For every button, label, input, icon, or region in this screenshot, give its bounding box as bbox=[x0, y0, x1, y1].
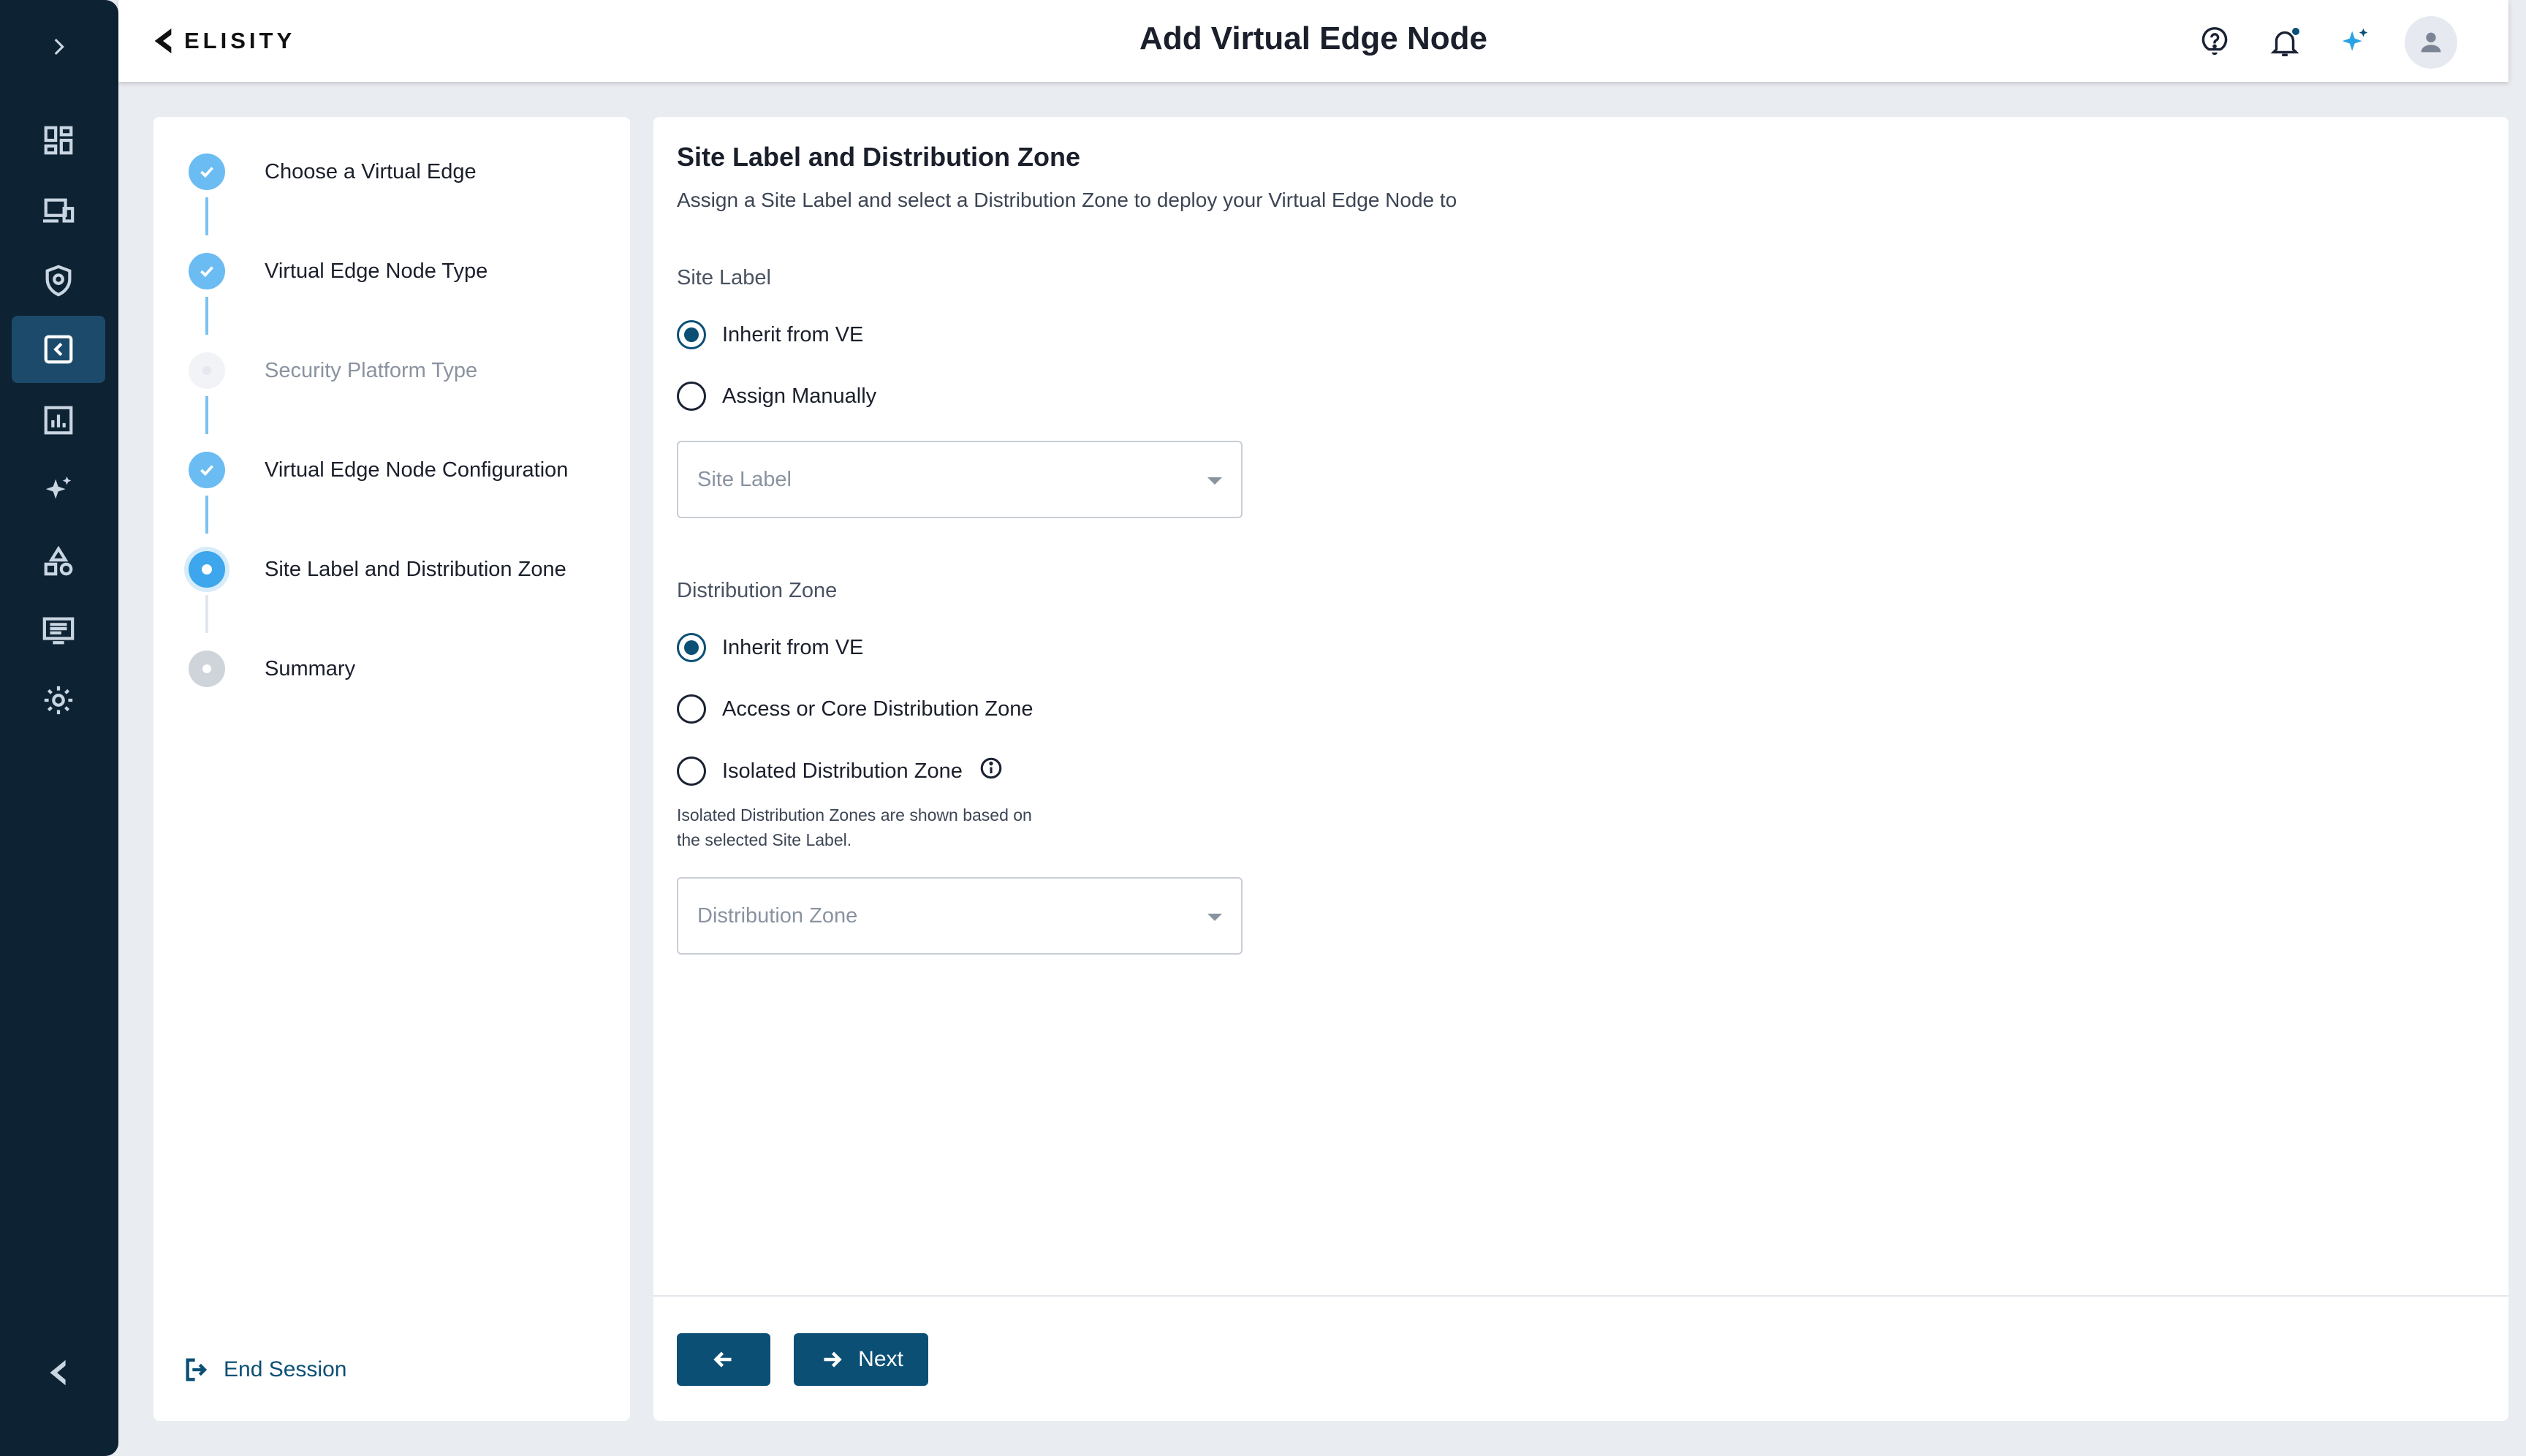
step-dot bbox=[189, 352, 225, 389]
radio-label: Inherit from VE bbox=[722, 635, 864, 659]
radio-button[interactable] bbox=[677, 694, 706, 724]
site-label-select[interactable]: Site Label bbox=[677, 441, 1243, 518]
virtual-edge-icon[interactable] bbox=[12, 316, 105, 383]
shield-icon[interactable] bbox=[12, 247, 105, 314]
step-label: Virtual Edge Node Configuration bbox=[265, 458, 569, 482]
isolated-zone-hint: Isolated Distribution Zones are shown ba… bbox=[677, 805, 1032, 849]
arrow-left-icon bbox=[713, 1351, 732, 1368]
back-button[interactable] bbox=[677, 1333, 770, 1386]
radio-button[interactable] bbox=[677, 382, 706, 411]
step-label: Site Label and Distribution Zone bbox=[265, 557, 566, 581]
wizard-stepper: Choose a Virtual Edge Virtual Edge Node … bbox=[153, 117, 630, 1421]
step-dot bbox=[189, 651, 225, 687]
step-connector bbox=[205, 496, 208, 534]
end-session-button[interactable]: End Session bbox=[183, 1355, 346, 1384]
step-choose-virtual-edge[interactable]: Choose a Virtual Edge bbox=[189, 153, 477, 190]
top-bar: ELISITY Add Virtual Edge Node bbox=[118, 0, 2508, 82]
check-icon bbox=[189, 253, 225, 289]
radio-button[interactable] bbox=[677, 320, 706, 349]
step-connector bbox=[205, 197, 208, 235]
dashboard-icon[interactable] bbox=[12, 107, 105, 174]
section-title: Site Label and Distribution Zone bbox=[677, 142, 1081, 172]
notification-dot bbox=[2291, 26, 2301, 37]
section-subtitle: Assign a Site Label and select a Distrib… bbox=[677, 189, 1457, 211]
step-label: Virtual Edge Node Type bbox=[265, 259, 488, 283]
user-avatar-icon[interactable] bbox=[2405, 16, 2457, 69]
step-label: Security Platform Type bbox=[265, 358, 478, 382]
next-button[interactable]: Next bbox=[794, 1333, 928, 1386]
step-connector bbox=[205, 396, 208, 434]
distribution-zone-select[interactable]: Distribution Zone bbox=[677, 877, 1243, 955]
arrow-right-icon bbox=[824, 1351, 842, 1368]
radio-label: Inherit from VE bbox=[722, 322, 864, 346]
ai-sparkle-icon[interactable] bbox=[12, 457, 105, 524]
devices-icon[interactable] bbox=[12, 178, 105, 245]
radio-zone-inherit[interactable]: Inherit from VE bbox=[677, 633, 863, 662]
step-label: Summary bbox=[265, 656, 356, 680]
side-nav bbox=[0, 0, 118, 1456]
radio-button[interactable] bbox=[677, 757, 706, 786]
analytics-icon[interactable] bbox=[12, 387, 105, 454]
select-placeholder: Distribution Zone bbox=[697, 903, 858, 928]
sparkle-icon[interactable] bbox=[2335, 22, 2375, 63]
caret-down-icon bbox=[1207, 914, 1222, 921]
logout-icon bbox=[186, 1358, 208, 1381]
step-summary[interactable]: Summary bbox=[189, 651, 355, 687]
expand-icon[interactable] bbox=[12, 13, 105, 80]
footer-divider bbox=[653, 1295, 2508, 1297]
radio-label: Access or Core Distribution Zone bbox=[722, 697, 1033, 721]
step-connector bbox=[205, 595, 208, 633]
step-security-platform-type: Security Platform Type bbox=[189, 352, 477, 389]
step-dot-current bbox=[189, 551, 225, 588]
header-actions bbox=[2194, 16, 2457, 69]
shapes-icon[interactable] bbox=[12, 528, 105, 595]
help-icon[interactable] bbox=[2194, 22, 2235, 63]
info-icon[interactable] bbox=[979, 756, 1004, 786]
settings-icon[interactable] bbox=[12, 667, 105, 734]
step-virtual-edge-node-configuration[interactable]: Virtual Edge Node Configuration bbox=[189, 452, 568, 488]
select-placeholder: Site Label bbox=[697, 467, 792, 491]
step-site-label-distribution-zone[interactable]: Site Label and Distribution Zone bbox=[189, 551, 566, 588]
page-title: Add Virtual Edge Node bbox=[1139, 20, 1487, 56]
caret-down-icon bbox=[1207, 477, 1222, 485]
step-connector bbox=[205, 297, 208, 335]
form-panel: Site Label and Distribution Zone Assign … bbox=[653, 117, 2508, 1421]
radio-button[interactable] bbox=[677, 633, 706, 662]
radio-site-inherit[interactable]: Inherit from VE bbox=[677, 320, 863, 349]
site-label-heading: Site Label bbox=[677, 266, 771, 289]
distribution-zone-heading: Distribution Zone bbox=[677, 579, 838, 602]
radio-label: Isolated Distribution Zone bbox=[722, 759, 963, 783]
end-session-label: End Session bbox=[224, 1357, 347, 1381]
step-virtual-edge-node-type[interactable]: Virtual Edge Node Type bbox=[189, 253, 488, 289]
radio-site-assign-manually[interactable]: Assign Manually bbox=[677, 382, 876, 411]
radio-zone-access-core[interactable]: Access or Core Distribution Zone bbox=[677, 694, 1033, 724]
check-icon bbox=[189, 452, 225, 488]
radio-zone-isolated[interactable]: Isolated Distribution Zone bbox=[677, 756, 1004, 786]
next-label: Next bbox=[858, 1347, 903, 1371]
step-label: Choose a Virtual Edge bbox=[265, 159, 477, 183]
logs-icon[interactable] bbox=[12, 596, 105, 664]
check-icon bbox=[189, 153, 225, 190]
bell-icon[interactable] bbox=[2264, 22, 2305, 63]
elisity-logo-icon bbox=[12, 1339, 105, 1406]
radio-label: Assign Manually bbox=[722, 384, 877, 408]
